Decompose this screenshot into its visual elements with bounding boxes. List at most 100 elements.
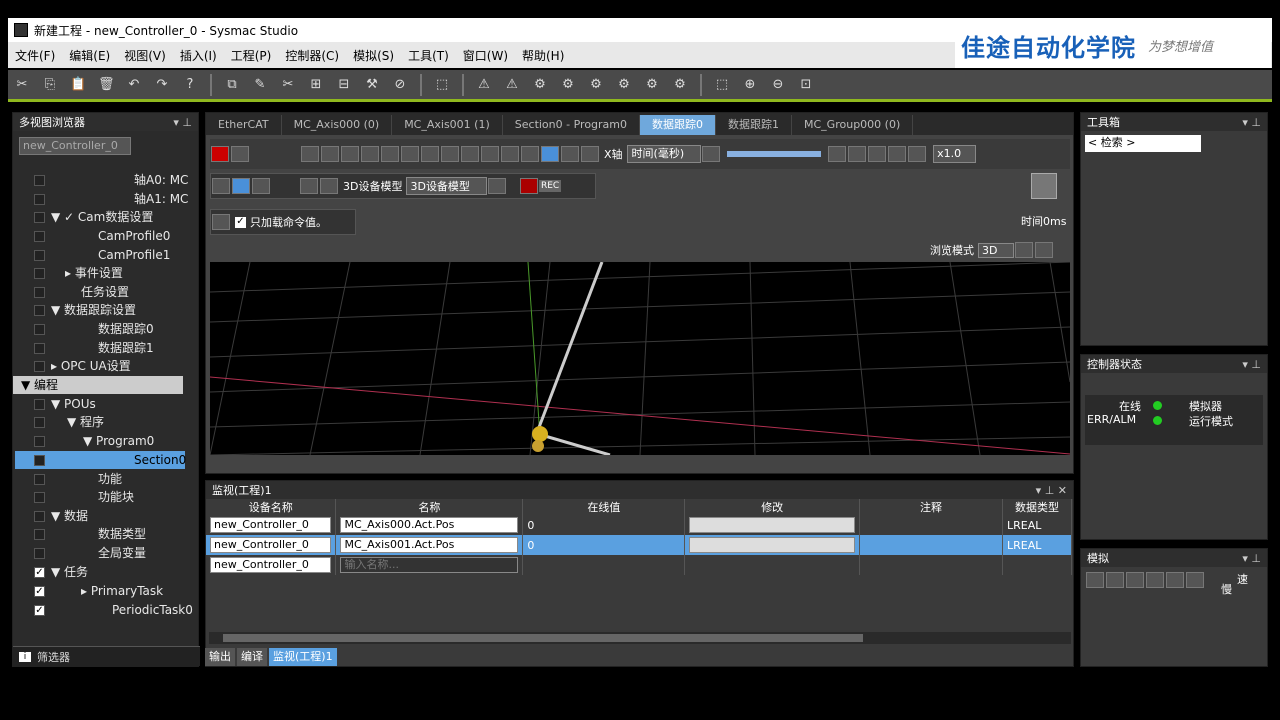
tree-checkbox[interactable] bbox=[34, 305, 45, 316]
tree-item[interactable]: CamProfile1 bbox=[98, 246, 170, 264]
menu-item[interactable]: 插入(I) bbox=[173, 47, 224, 64]
table-row[interactable]: new_Controller_0 MC_Axis001.Act.Pos 0 LREAL bbox=[206, 535, 1073, 555]
sim-button[interactable] bbox=[1186, 572, 1204, 588]
rec-stop-button[interactable] bbox=[519, 178, 538, 194]
toolbar-icon[interactable]: ⚙ bbox=[532, 77, 548, 93]
pause-button[interactable] bbox=[868, 146, 887, 162]
tree-checkbox[interactable] bbox=[34, 250, 45, 261]
tree-item[interactable]: ▸ OPC UA设置 bbox=[51, 357, 131, 375]
toolbar-icon[interactable]: ⊖ bbox=[770, 77, 786, 93]
only-cmd-checkbox[interactable]: ✓ bbox=[235, 216, 246, 228]
time-slider[interactable] bbox=[727, 151, 822, 157]
modify-input[interactable] bbox=[689, 517, 856, 533]
toolbar-icon[interactable]: ⊡ bbox=[798, 77, 814, 93]
toolbar-icon[interactable]: ⬚ bbox=[714, 77, 730, 93]
tree-item[interactable]: 轴A1: MC bbox=[134, 190, 188, 208]
toolbar-icon[interactable]: ⊟ bbox=[336, 77, 352, 93]
menu-item[interactable]: 编辑(E) bbox=[62, 47, 117, 64]
toolbar-icon[interactable]: ⚙ bbox=[644, 77, 660, 93]
menu-item[interactable]: 视图(V) bbox=[117, 47, 173, 64]
column-header[interactable]: 注释 bbox=[859, 499, 1003, 515]
cell-input[interactable]: new_Controller_0 bbox=[210, 517, 332, 533]
menu-item[interactable]: 工具(T) bbox=[401, 47, 456, 64]
bottom-tab[interactable]: 编译 bbox=[237, 648, 267, 666]
tree-item[interactable]: 任务设置 bbox=[81, 283, 129, 301]
sim-step-button[interactable] bbox=[1146, 572, 1164, 588]
zoom-icon[interactable] bbox=[252, 178, 270, 194]
toolbar-icon[interactable]: ✎ bbox=[252, 77, 268, 93]
tool-button[interactable] bbox=[461, 146, 479, 162]
record-button[interactable] bbox=[211, 146, 229, 162]
tree-item[interactable]: 数据跟踪1 bbox=[98, 339, 154, 357]
tree-checkbox[interactable]: ✓ bbox=[34, 605, 45, 616]
view-mode-select[interactable]: 3D bbox=[978, 242, 1015, 258]
filter-bar[interactable]: i 筛选器 bbox=[13, 646, 200, 666]
speed-select[interactable]: x1.0 bbox=[933, 145, 977, 163]
tool-button[interactable] bbox=[320, 178, 338, 194]
tool-button[interactable] bbox=[300, 178, 318, 194]
cell-input[interactable]: new_Controller_0 bbox=[210, 557, 332, 573]
editor-tab[interactable]: EtherCAT bbox=[206, 115, 282, 135]
tree-checkbox[interactable] bbox=[34, 399, 45, 410]
tool-button[interactable] bbox=[212, 214, 230, 230]
tool-button[interactable] bbox=[421, 146, 439, 162]
tree-item[interactable]: ▼ 任务 bbox=[51, 563, 88, 581]
tree-checkbox[interactable] bbox=[34, 194, 45, 205]
move-icon[interactable] bbox=[212, 178, 230, 194]
menu-item[interactable]: 帮助(H) bbox=[515, 47, 571, 64]
tool-button[interactable] bbox=[301, 146, 319, 162]
toolbar-icon[interactable]: ⚙ bbox=[560, 77, 576, 93]
tool-button[interactable] bbox=[541, 146, 559, 162]
toolbar-icon[interactable]: ✂ bbox=[14, 77, 30, 93]
menu-item[interactable]: 控制器(C) bbox=[278, 47, 346, 64]
tree-item[interactable]: ▼ Program0 bbox=[83, 432, 154, 450]
cell-input[interactable]: 输入名称... bbox=[340, 557, 519, 573]
pin-icon[interactable]: ▾ ⊥ bbox=[1242, 116, 1261, 129]
3d-viewport[interactable] bbox=[210, 262, 1070, 455]
tree-checkbox[interactable] bbox=[34, 175, 45, 186]
pin-icon[interactable]: ▾ ⊥ bbox=[1242, 358, 1261, 371]
tree-item[interactable]: 全局变量 bbox=[98, 544, 146, 562]
close-icon[interactable]: ▾ ⊥ ✕ bbox=[1036, 484, 1067, 497]
editor-tab[interactable]: 数据跟踪1 bbox=[716, 115, 793, 135]
menu-item[interactable]: 文件(F) bbox=[8, 47, 62, 64]
stop-button[interactable] bbox=[231, 146, 249, 162]
toolbar-icon[interactable]: ⚠ bbox=[504, 77, 520, 93]
rotate-icon[interactable] bbox=[232, 178, 250, 194]
rec-button[interactable]: REC bbox=[538, 180, 562, 192]
tool-button[interactable] bbox=[521, 146, 539, 162]
snapshot-button[interactable] bbox=[1031, 173, 1057, 199]
tree-item[interactable]: ▼ POUs bbox=[51, 395, 96, 413]
tree-item[interactable]: ▼ 数据跟踪设置 bbox=[51, 301, 136, 319]
tool-button[interactable] bbox=[501, 146, 519, 162]
tree-checkbox[interactable] bbox=[34, 343, 45, 354]
tool-button[interactable] bbox=[561, 146, 579, 162]
tool-button[interactable] bbox=[381, 146, 399, 162]
last-button[interactable] bbox=[908, 146, 927, 162]
column-header[interactable]: 修改 bbox=[684, 499, 861, 515]
tree-checkbox[interactable] bbox=[34, 361, 45, 372]
tool-button[interactable] bbox=[481, 146, 499, 162]
tree-item[interactable]: CamProfile0 bbox=[98, 227, 170, 245]
toolbar-icon[interactable]: ⚠ bbox=[476, 77, 492, 93]
toolbar-icon[interactable]: ? bbox=[182, 77, 198, 93]
tree-checkbox[interactable] bbox=[34, 474, 45, 485]
editor-tab[interactable]: MC_Axis001 (1) bbox=[392, 115, 503, 135]
table-row[interactable]: new_Controller_0 输入名称... bbox=[206, 555, 1073, 575]
toolbar-icon[interactable]: ⎘ bbox=[42, 77, 58, 93]
toolbar-icon[interactable]: ⬚ bbox=[434, 77, 450, 93]
tree-checkbox[interactable] bbox=[34, 212, 45, 223]
tree-item[interactable]: 数据类型 bbox=[98, 525, 146, 543]
column-header[interactable]: 数据类型 bbox=[1002, 499, 1073, 515]
toolbar-icon[interactable]: 🗑 bbox=[98, 77, 115, 93]
scroll-thumb[interactable] bbox=[223, 634, 863, 642]
tree-checkbox[interactable]: ✓ bbox=[34, 567, 45, 578]
tree-item[interactable]: ▼ 编程 bbox=[13, 376, 183, 394]
play-button[interactable] bbox=[848, 146, 867, 162]
tree-checkbox[interactable]: ✓ bbox=[34, 586, 45, 597]
grid-icon[interactable] bbox=[1015, 242, 1034, 258]
controller-select[interactable]: new_Controller_0 bbox=[19, 137, 131, 155]
toolbar-icon[interactable]: ⚙ bbox=[616, 77, 632, 93]
cell-input[interactable]: new_Controller_0 bbox=[210, 537, 332, 553]
toolbar-icon[interactable]: ⧉ bbox=[224, 77, 240, 93]
